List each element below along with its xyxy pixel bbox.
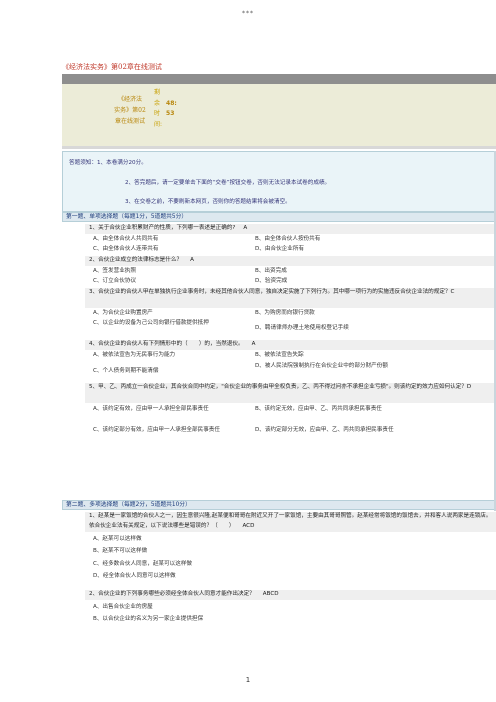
option-2a[interactable]: A、签发营业执照 [93, 267, 136, 277]
test-info-panel: 《经济法 实务》第02 章在线测试 剩 余 48: 时 53 间: [62, 84, 496, 146]
instruction-1: 答题须知：1、本卷满分20分。 [69, 160, 147, 166]
answer-2: A [190, 257, 194, 263]
option-5b[interactable]: B、该约定无效，应由甲、乙、丙共同承担民事责任 [255, 405, 415, 415]
option-5c[interactable]: C、该约定部分有效，应由甲一人承担全部民事责任 [93, 426, 247, 436]
answer-6: ACD [242, 522, 255, 529]
question-3: 3、合伙企业的合伙人甲在单独执行企业事务时，未经其他合伙人同意，独自决定实施了下… [85, 288, 496, 308]
section-single-choice: 第一题、单项选择题（每题1分，5道题共5分） [62, 212, 496, 222]
question-5: 5、甲、乙、丙成立一合伙企业，其合伙合同中约定，"合伙企业的事务由甲全权负责，乙… [85, 383, 496, 403]
instruction-2: 2、答完题后，请一定要单击下面的“交卷”按钮交卷，否则无法记录本试卷的成绩。 [125, 180, 331, 186]
page-number: 1 [245, 676, 251, 684]
option-7b[interactable]: B、以合伙企业的名义为另一家企业提供担保 [93, 615, 203, 625]
title-bar [62, 74, 496, 84]
option-3d[interactable]: D、聘请律师办理土地使用权登记手续 [255, 324, 349, 334]
answer-1: A [243, 225, 248, 231]
question-1: 1、关于合伙企业积累财产的性质，下列哪一表述是正确的? A [85, 224, 496, 234]
test-name: 《经济法 实务》第02 章在线测试 [114, 96, 146, 125]
option-3c[interactable]: C、以企业的设备为己公司向银行借款提供抵押 [93, 319, 245, 329]
option-7a[interactable]: A、出售合伙企业的房屋 [93, 603, 153, 613]
option-1a[interactable]: A、由全体合伙人共同共有 [93, 235, 158, 245]
option-1c[interactable]: C、由全体合伙人连带共有 [93, 245, 158, 255]
option-5d[interactable]: D、该约定部分无效，应由甲、乙、丙共同承担民事责任 [255, 426, 415, 436]
section-multiple-choice: 第二题、多项选择题（每题2分，5道题共10分） [62, 500, 496, 510]
question-6: 1、赵某是一家饭馆的合伙人之一，因生意很兴隆,赵某便和哥哥在附近又开了一家饭馆，… [85, 512, 496, 532]
option-6b[interactable]: B、赵某不可以这样做 [93, 547, 147, 557]
option-6c[interactable]: C、经多数合伙人同意，赵某可以这样做 [93, 560, 192, 570]
option-4c[interactable]: C、个人债务到期不能清偿 [93, 367, 158, 377]
option-6d[interactable]: D、经全体合伙人同意可以这样做 [93, 572, 176, 582]
page-header: *** [242, 10, 254, 17]
option-2c[interactable]: C、订立合伙协议 [93, 277, 136, 287]
option-1b[interactable]: B、由全体合伙人按份共有 [255, 235, 320, 245]
option-4a[interactable]: A、被依法宣告为无民事行为能力 [93, 351, 175, 361]
option-4b[interactable]: B、被依法宣告失踪 [255, 351, 304, 361]
option-4d[interactable]: D、被人民法院强制执行在合伙企业中的部分财产份额 [255, 362, 405, 372]
instructions-panel: 答题须知：1、本卷满分20分。 2、答完题后，请一定要单击下面的“交卷”按钮交卷… [62, 151, 496, 212]
option-6a[interactable]: A、赵某可以这样做 [93, 535, 142, 545]
option-1d[interactable]: D、由合伙企业所有 [255, 245, 304, 255]
option-3a[interactable]: A、为合伙企业购置房产 [93, 309, 153, 319]
minutes-value: 48: [166, 99, 177, 107]
remaining-time: 剩 余 48: 时 53 间: [154, 89, 177, 128]
question-7: 2、合伙企业的下列事务哪些必须经全体合伙人同意才能作出决定？ ABCD [85, 590, 496, 600]
question-2: 2、合伙企业成立的法律标志是什么？ A [85, 256, 496, 266]
option-5a[interactable]: A、该约定有效，应由甲一人承担全部民事责任 [93, 405, 247, 415]
option-3b[interactable]: B、为购房而向银行贷款 [255, 309, 315, 319]
instruction-3: 3、在交卷之前，不要刷新本网页，否则你的答题结果将会被清空。 [125, 199, 291, 205]
option-2b[interactable]: B、出资完成 [255, 267, 287, 277]
answer-7: ABCD [262, 591, 279, 597]
seconds-value: 53 [166, 110, 175, 117]
option-2d[interactable]: D、验资完成 [255, 277, 287, 287]
divider [62, 146, 496, 149]
answer-4: A [251, 341, 256, 347]
question-4: 4、合伙企业的合伙人有下列情形中的（ ）的，当然退伙。 A [85, 340, 496, 350]
test-title: 《经济法实务》第02章在线测试 [62, 63, 162, 71]
